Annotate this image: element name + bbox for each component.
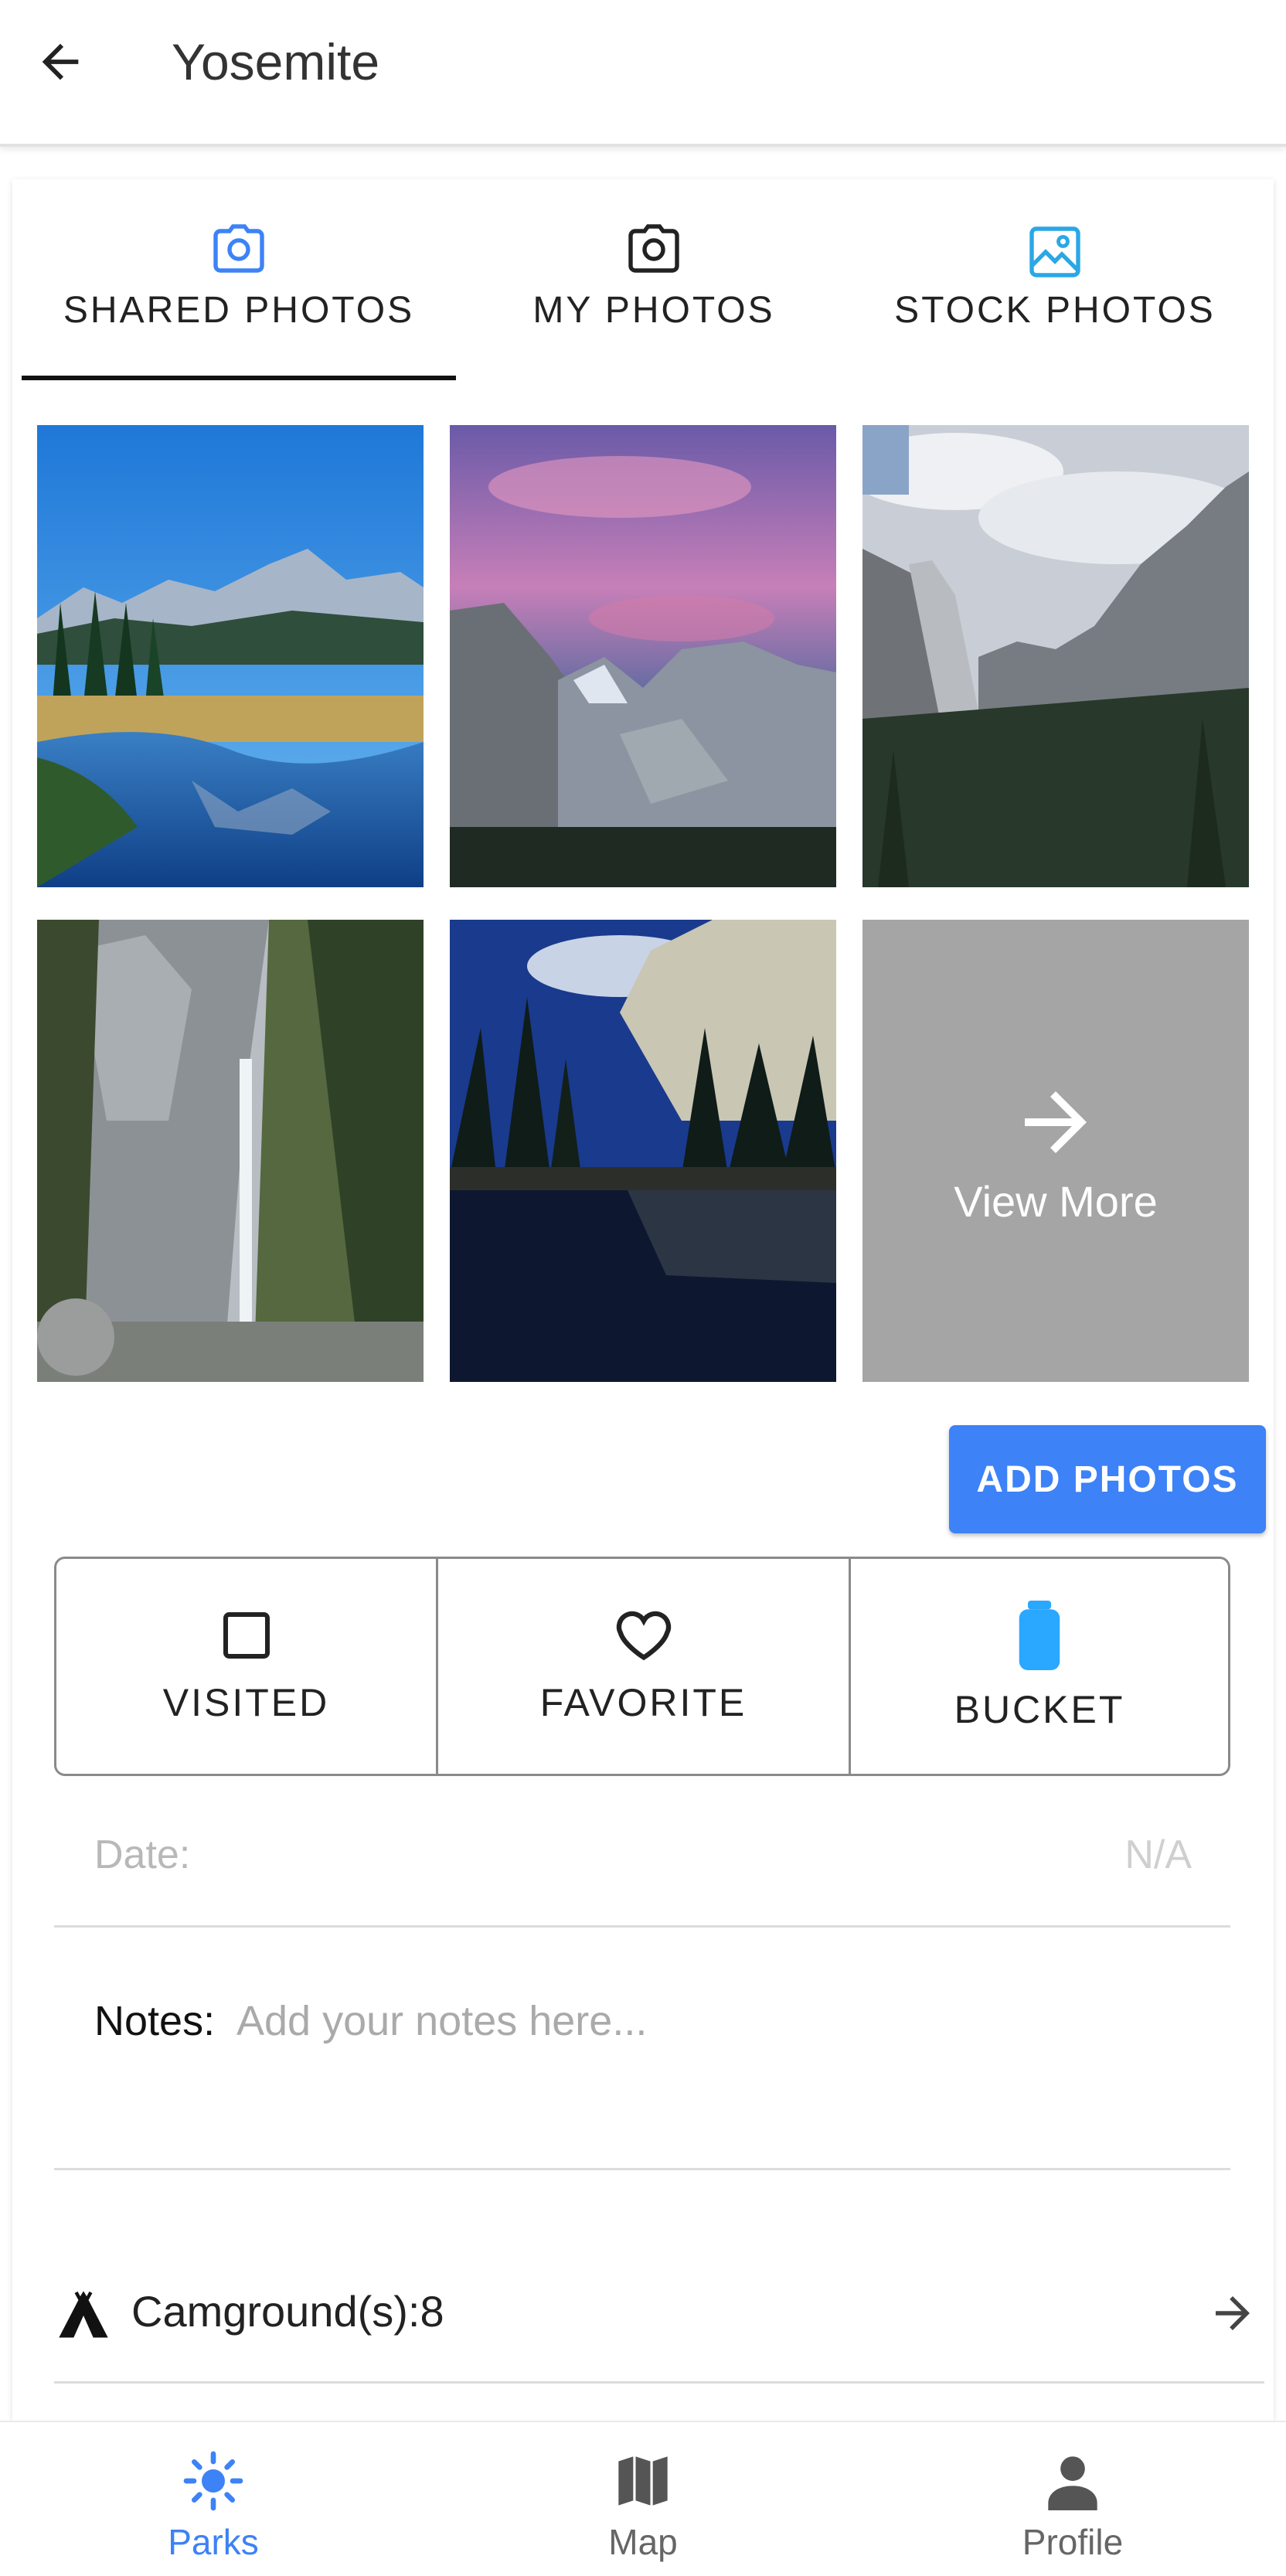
camera-icon xyxy=(213,224,264,273)
bottom-navigation: Parks Map Profile xyxy=(0,2421,1286,2576)
image-icon xyxy=(1029,226,1080,277)
camera-icon xyxy=(628,224,679,273)
tab-label: MY PHOTOS xyxy=(532,290,775,331)
active-tab-indicator xyxy=(22,376,456,380)
nav-map[interactable]: Map xyxy=(527,2422,759,2576)
campground-count: Camground(s):8 xyxy=(131,2287,444,2336)
arrow-right-icon xyxy=(1216,2296,1250,2330)
sun-icon xyxy=(183,2451,243,2511)
nav-label: Map xyxy=(608,2522,678,2562)
notes-label: Notes: xyxy=(94,1998,216,2044)
arrow-left-icon xyxy=(42,43,79,80)
notes-input[interactable] xyxy=(236,1994,1164,2048)
tab-stock-photos[interactable]: STOCK PHOTOS xyxy=(852,201,1258,379)
date-value: N/A xyxy=(1124,1832,1192,1877)
tab-shared-photos[interactable]: SHARED PHOTOS xyxy=(22,201,456,379)
campground-row[interactable]: Camground(s):8 xyxy=(54,2257,1264,2384)
back-button[interactable] xyxy=(29,31,91,93)
nav-label: Profile xyxy=(1022,2522,1124,2562)
photo-thumbnail-waterfall[interactable] xyxy=(37,920,424,1382)
visited-toggle[interactable]: VISITED xyxy=(56,1559,438,1774)
tent-icon xyxy=(59,2291,108,2338)
heart-outline-icon xyxy=(616,1611,671,1661)
date-row[interactable]: Date: N/A xyxy=(54,1809,1230,1928)
tab-label: STOCK PHOTOS xyxy=(894,290,1216,331)
view-more-label: View More xyxy=(954,1176,1158,1226)
nav-parks[interactable]: Parks xyxy=(97,2422,329,2576)
add-photos-button[interactable]: ADD PHOTOS xyxy=(949,1425,1266,1533)
arrow-right-icon xyxy=(1025,1091,1087,1153)
status-toggle-group: VISITED FAVORITE BUCKET xyxy=(54,1557,1230,1776)
photo-thumbnail-meadow-lake[interactable] xyxy=(37,425,424,887)
bucket-toggle[interactable]: BUCKET xyxy=(851,1559,1228,1774)
date-label: Date: xyxy=(94,1832,191,1877)
toggle-label: FAVORITE xyxy=(539,1681,747,1724)
view-more-button[interactable]: View More xyxy=(862,920,1249,1382)
tab-my-photos[interactable]: MY PHOTOS xyxy=(456,201,852,379)
toggle-label: BUCKET xyxy=(954,1688,1125,1731)
checkbox-empty-icon xyxy=(223,1612,270,1659)
nav-label: Parks xyxy=(168,2522,259,2562)
tab-label: SHARED PHOTOS xyxy=(63,290,415,331)
photo-thumbnail-pink-sky[interactable] xyxy=(450,425,836,887)
bucket-icon xyxy=(1019,1601,1060,1670)
photo-thumbnail-el-capitan[interactable] xyxy=(450,920,836,1382)
toggle-label: VISITED xyxy=(162,1681,330,1724)
notes-row: Notes: xyxy=(54,1963,1230,2170)
person-icon xyxy=(1048,2456,1097,2510)
photo-thumbnail-valley-view[interactable] xyxy=(862,425,1249,887)
favorite-toggle[interactable]: FAVORITE xyxy=(438,1559,851,1774)
nav-profile[interactable]: Profile xyxy=(957,2422,1189,2576)
map-icon xyxy=(618,2456,668,2506)
app-bar: Yosemite xyxy=(0,0,1286,147)
page-title: Yosemite xyxy=(172,33,380,90)
